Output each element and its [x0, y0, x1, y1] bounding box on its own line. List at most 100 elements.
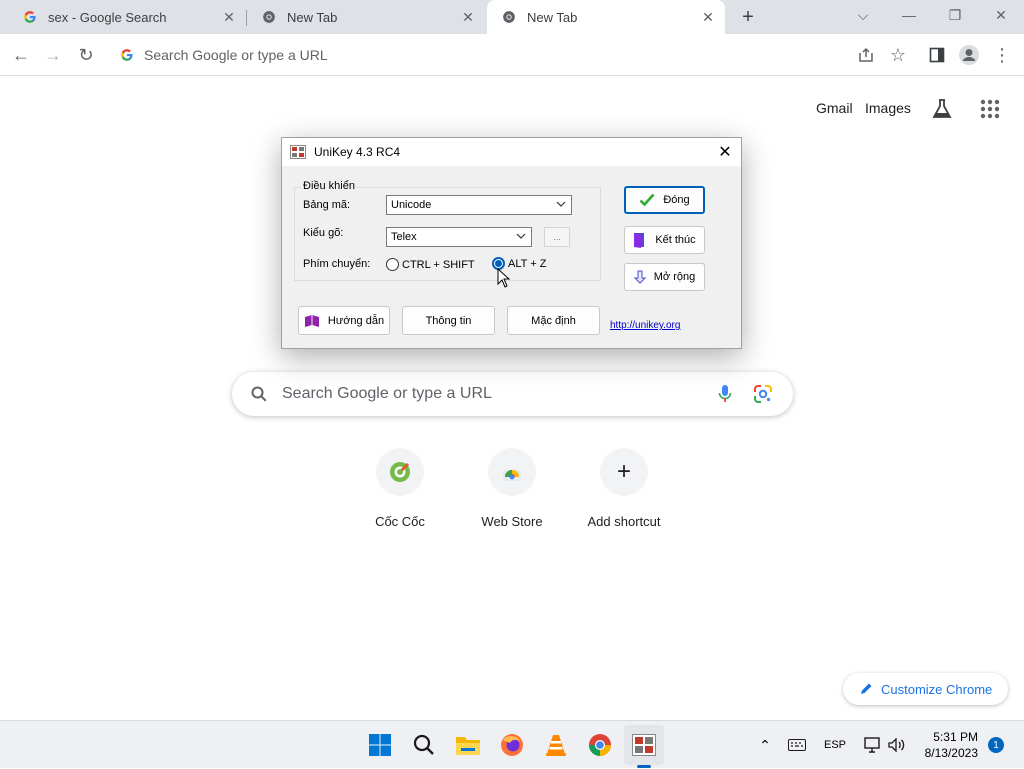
chevron-down-icon	[556, 199, 566, 212]
close-tab-icon[interactable]: ✕	[699, 8, 717, 26]
reload-icon[interactable]: ↻	[73, 42, 99, 68]
images-link[interactable]: Images	[865, 100, 911, 116]
tab-search-chevron-icon[interactable]: ⌵	[840, 0, 886, 30]
unikey-website-link[interactable]: http://unikey.org	[610, 320, 680, 331]
control-groupbox: Điều khiển Bảng mã: Unicode Kiểu gõ: Tel…	[294, 180, 601, 281]
browser-toolbar: ← → ↻ Search Google or type a URL ☆ ⋮	[0, 34, 1024, 76]
shortcut-coccoc[interactable]: Cốc Cốc	[344, 448, 456, 529]
close-dialog-button[interactable]: Đóng	[624, 186, 705, 214]
input-method-value: Telex	[391, 231, 417, 243]
tab-google-search[interactable]: sex - Google Search ✕	[8, 0, 246, 34]
shortcut-label: Add shortcut	[587, 514, 661, 529]
clock-time: 5:31 PM	[933, 730, 978, 744]
plus-icon: +	[600, 448, 648, 496]
chrome-icon[interactable]	[580, 725, 620, 765]
bookmark-star-icon[interactable]: ☆	[885, 42, 911, 68]
customize-chrome-button[interactable]: Customize Chrome	[843, 673, 1008, 705]
shortcut-label: Cốc Cốc	[375, 514, 425, 529]
expand-label: Mở rộng	[653, 271, 696, 283]
gmail-link[interactable]: Gmail	[816, 100, 853, 116]
charset-select[interactable]: Unicode	[386, 195, 572, 215]
chevron-down-icon	[516, 231, 526, 244]
notification-badge[interactable]: 1	[988, 737, 1004, 753]
windows-start-icon[interactable]	[360, 725, 400, 765]
help-label: Hướng dẫn	[327, 314, 385, 327]
pencil-icon	[859, 682, 873, 696]
clock[interactable]: 5:31 PM 8/13/2023	[918, 721, 978, 769]
google-apps-grid-icon[interactable]	[978, 97, 1002, 121]
info-button[interactable]: Thông tin	[402, 306, 495, 335]
network-icon[interactable]	[862, 721, 884, 769]
tab-strip: sex - Google Search ✕ New Tab ✕ New Tab …	[0, 0, 1024, 34]
shortcut-label: Web Store	[481, 514, 543, 529]
voice-search-microphone-icon[interactable]	[718, 384, 732, 409]
dialog-title: UniKey 4.3 RC4	[314, 145, 401, 159]
coccoc-icon	[376, 448, 424, 496]
tab-title: New Tab	[287, 9, 338, 25]
unikey-dialog: UniKey 4.3 RC4 ✕ Điều khiển Bảng mã: Uni…	[281, 137, 742, 349]
ntp-search-placeholder: Search Google or type a URL	[282, 385, 492, 402]
file-explorer-icon[interactable]	[448, 725, 488, 765]
vlc-icon[interactable]	[536, 725, 576, 765]
tab-new-tab-active[interactable]: New Tab ✕	[487, 0, 725, 34]
customize-chrome-label: Customize Chrome	[881, 681, 993, 697]
dialog-close-icon[interactable]: ✕	[715, 142, 735, 162]
close-tab-icon[interactable]: ✕	[459, 8, 477, 26]
volume-icon[interactable]	[886, 721, 908, 769]
close-tab-icon[interactable]: ✕	[220, 8, 238, 26]
search-icon	[250, 385, 268, 403]
share-icon[interactable]	[853, 42, 879, 68]
shortcut-add[interactable]: + Add shortcut	[568, 448, 680, 529]
group-label: Điều khiển	[301, 180, 357, 192]
input-method-select[interactable]: Telex	[386, 227, 532, 247]
radio-ctrl-shift[interactable]: CTRL + SHIFT	[386, 258, 475, 271]
checkmark-icon	[639, 192, 655, 208]
default-button[interactable]: Mặc định	[507, 306, 600, 335]
input-method-more-button[interactable]: ...	[544, 227, 570, 247]
clock-date: 8/13/2023	[924, 746, 978, 760]
mouse-cursor-icon	[497, 267, 511, 293]
address-bar[interactable]: Search Google or type a URL	[110, 39, 920, 71]
tab-new-tab[interactable]: New Tab ✕	[247, 0, 485, 34]
down-arrow-icon	[633, 270, 646, 284]
google-lens-icon[interactable]	[753, 384, 773, 409]
book-icon	[304, 314, 320, 328]
side-panel-icon[interactable]	[924, 42, 950, 68]
input-language-indicator[interactable]: ESP	[824, 721, 846, 769]
google-g-icon	[120, 48, 134, 62]
chrome-icon	[261, 9, 277, 25]
minimize-icon[interactable]: —	[886, 0, 932, 30]
show-hidden-icons-chevron-icon[interactable]: ⌃	[756, 721, 774, 769]
chrome-menu-icon[interactable]: ⋮	[989, 42, 1015, 68]
input-method-label: Kiểu gõ:	[303, 227, 344, 239]
dialog-titlebar[interactable]: UniKey 4.3 RC4 ✕	[282, 138, 741, 166]
tab-title: New Tab	[527, 9, 578, 25]
windows-taskbar: ⌃ ESP 5:31 PM 8/13/2023 1	[0, 720, 1024, 768]
unikey-icon	[290, 145, 306, 159]
keyboard-icon[interactable]	[786, 721, 808, 769]
help-button[interactable]: Hướng dẫn	[298, 306, 390, 335]
exit-button[interactable]: Kết thúc	[624, 226, 705, 254]
expand-button[interactable]: Mở rộng	[624, 263, 705, 291]
ntp-search-box[interactable]: Search Google or type a URL	[232, 372, 793, 416]
forward-arrow-icon[interactable]: →	[40, 42, 66, 68]
new-tab-plus-icon[interactable]: +	[736, 6, 760, 28]
back-arrow-icon[interactable]: ←	[8, 42, 34, 68]
unikey-icon[interactable]	[624, 725, 664, 765]
google-g-icon	[22, 9, 38, 25]
window-close-icon[interactable]: ✕	[978, 0, 1024, 30]
radio-label: ALT + Z	[508, 257, 547, 270]
labs-flask-icon[interactable]	[930, 97, 954, 121]
info-label: Thông tin	[425, 314, 472, 327]
exit-label: Kết thúc	[655, 234, 696, 246]
search-icon[interactable]	[404, 725, 444, 765]
shortcut-web-store[interactable]: Web Store	[456, 448, 568, 529]
profile-avatar-icon[interactable]	[956, 42, 982, 68]
charset-label: Bảng mã:	[303, 199, 351, 211]
tab-title: sex - Google Search	[48, 9, 167, 25]
charset-value: Unicode	[391, 199, 432, 211]
switch-key-label: Phím chuyển:	[303, 258, 371, 270]
restore-icon[interactable]: ❐	[932, 0, 978, 30]
radio-button[interactable]	[386, 258, 399, 271]
firefox-icon[interactable]	[492, 725, 532, 765]
